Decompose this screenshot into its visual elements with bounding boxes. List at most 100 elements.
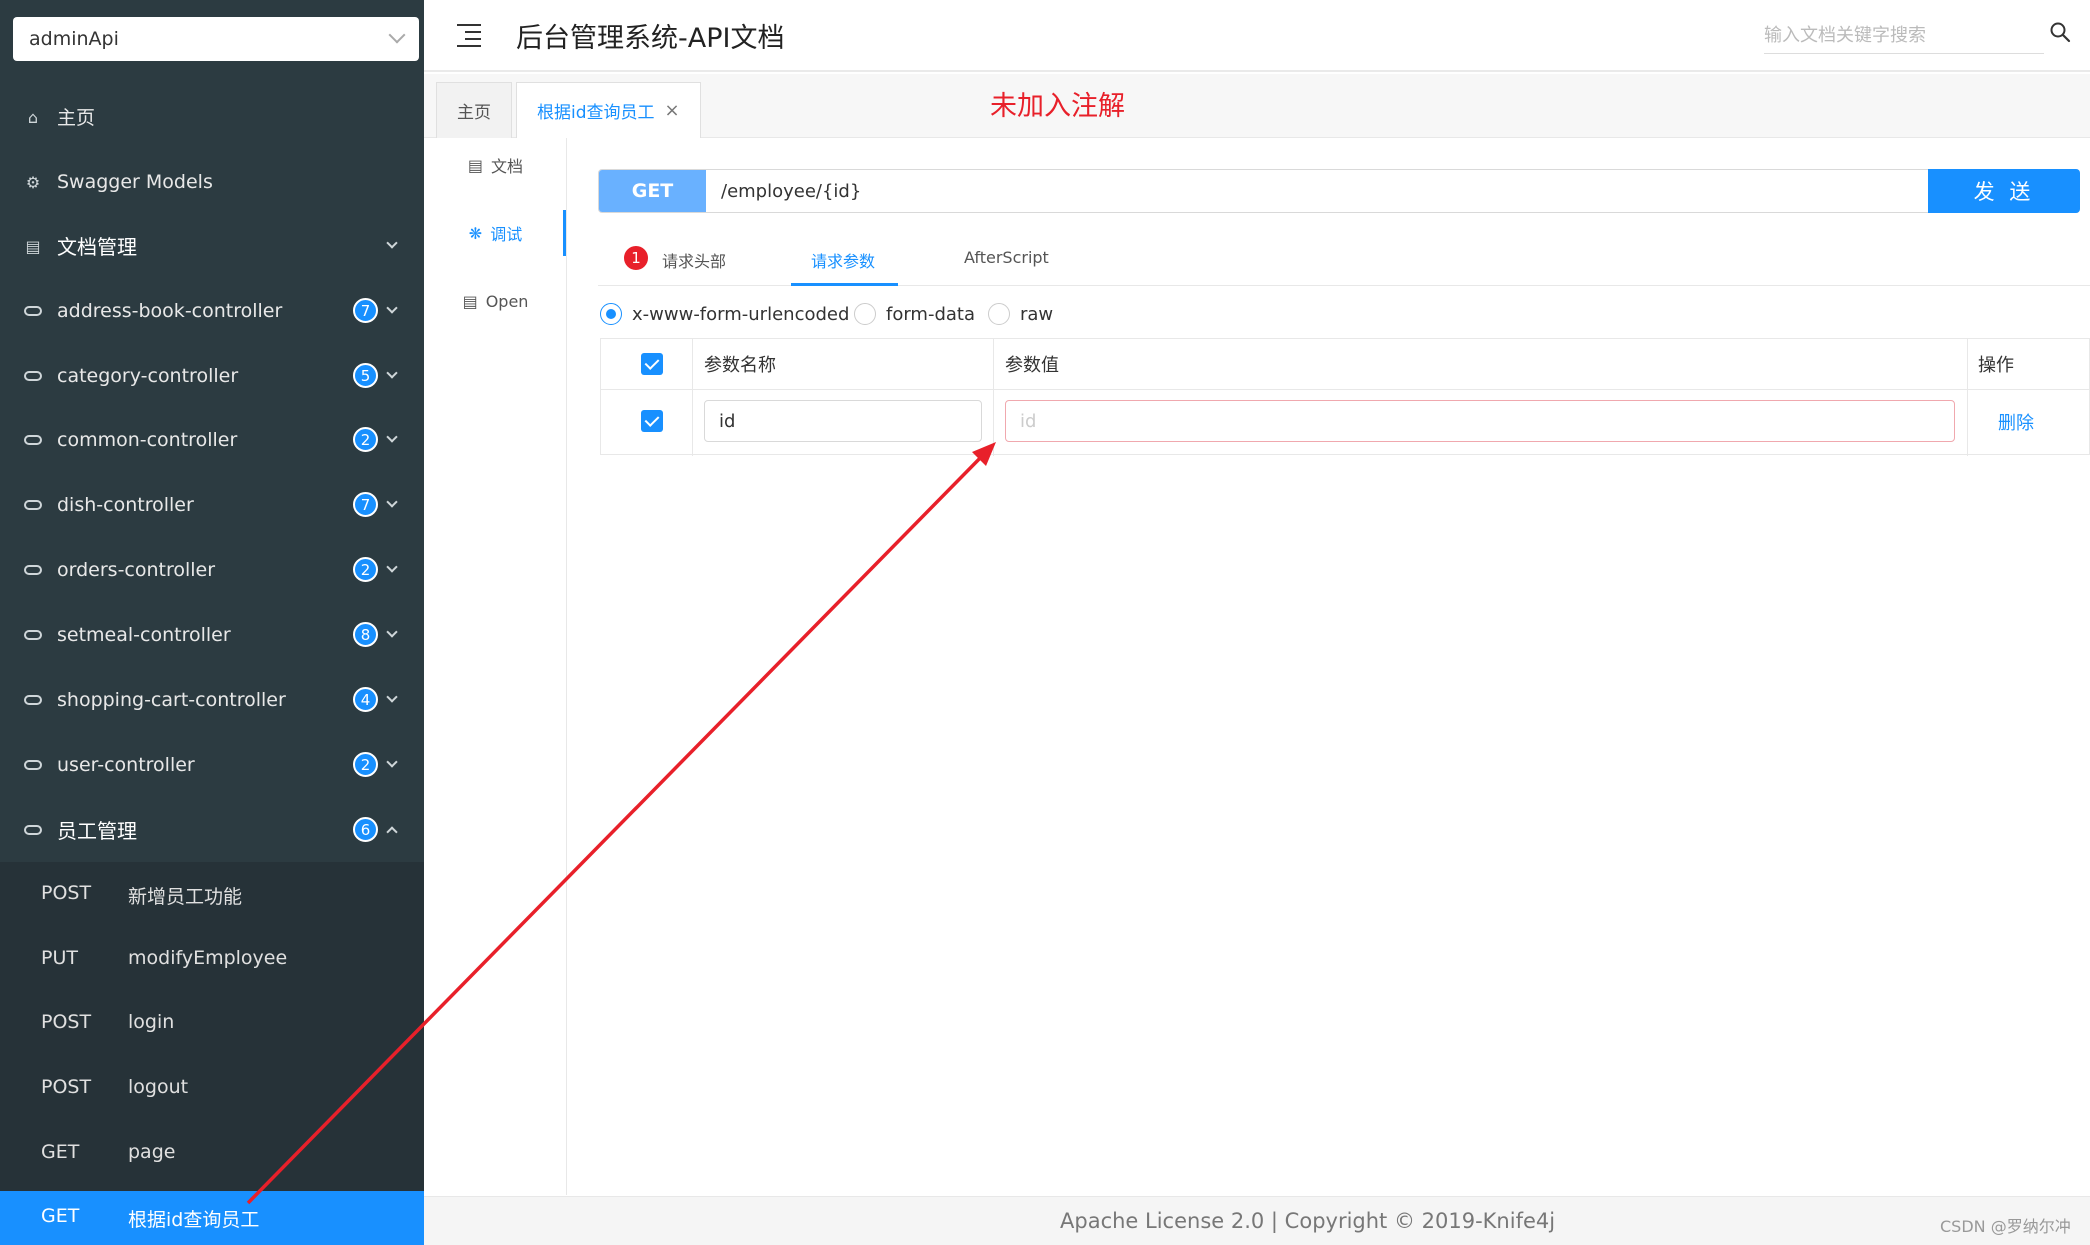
sidebar-item-dish-controller[interactable]: dish-controller 7 [0,472,424,537]
sidebar-item-label: Swagger Models [57,170,213,193]
chevron-down-icon [386,431,398,443]
radio-label: form-data [886,303,976,325]
request-tabs: 1 请求头部 请求参数 AfterScript [598,234,2090,286]
api-item-add-employee[interactable]: POST 新增员工功能 [0,862,424,927]
group-select-value: adminApi [29,28,119,50]
chevron-down-icon [386,626,398,638]
sidebar-item-home[interactable]: ⌂ 主页 [0,84,424,149]
cloud-icon [24,496,42,514]
sidebar-item-label: 文档管理 [57,235,137,259]
sidebar-item-label: shopping-cart-controller [57,688,286,711]
sidebar-item-employee-management[interactable]: 员工管理 6 [0,797,424,862]
radio-form-data[interactable]: form-data [854,303,975,325]
footer: Apache License 2.0 | Copyright © 2019-Kn… [424,1196,2090,1245]
chevron-up-icon [386,826,398,838]
close-icon[interactable]: × [665,100,680,121]
tab-label: 根据id查询员工 [537,103,655,123]
search-icon[interactable] [2048,20,2072,44]
tab-request-params[interactable]: 请求参数 [811,248,875,272]
bug-icon: ❋ [468,223,483,243]
radio-label: x-www-form-urlencoded [632,303,850,325]
param-value-input[interactable] [1005,400,1955,442]
sidebar-item-address-book-controller[interactable]: address-book-controller 7 [0,278,424,343]
active-tab-indicator [563,210,566,256]
search-input[interactable] [1764,18,2044,54]
group-select[interactable]: adminApi [13,17,419,61]
row-checkbox[interactable] [641,410,663,432]
delete-link[interactable]: 删除 [1998,409,2034,435]
tab-label: 调试 [490,225,523,244]
sidebar-item-swagger-models[interactable]: ⚙ Swagger Models [0,149,424,214]
send-button[interactable]: 发 送 [1928,169,2080,213]
count-badge: 8 [353,622,378,647]
sidebar-item-doc-management[interactable]: ▤ 文档管理 [0,213,424,278]
sidebar-item-label: category-controller [57,364,239,387]
radio-label: raw [1020,303,1054,325]
sidebar-item-common-controller[interactable]: common-controller 2 [0,407,424,472]
chevron-down-icon [386,691,398,703]
sidebar-item-shopping-cart-controller[interactable]: shopping-cart-controller 4 [0,667,424,732]
sidebar-item-category-controller[interactable]: category-controller 5 [0,343,424,408]
http-method: POST [41,882,92,904]
vertical-tabs: ▤ 文档 ❋ 调试 ▤ Open [424,138,567,1195]
cloud-icon [24,561,42,579]
method-tag: GET [599,170,706,212]
count-badge: 7 [353,492,378,517]
tab-label: Open [485,291,529,311]
cloud-icon [24,431,42,449]
radio-raw[interactable]: raw [988,303,1053,325]
footer-license: Apache License 2.0 | Copyright © 2019-Kn… [1060,1209,1556,1233]
tab-request-headers[interactable]: 请求头部 [662,248,726,272]
document-icon: ▤ [467,155,484,175]
sidebar-item-label: 主页 [57,107,96,129]
cloud-icon [24,367,42,385]
tab-open[interactable]: ▤ Open [424,281,567,321]
sidebar-item-orders-controller[interactable]: orders-controller 2 [0,537,424,602]
api-item-modify-employee[interactable]: PUT modifyEmployee [0,927,424,992]
sidebar-item-label: user-controller [57,753,195,776]
tab-home[interactable]: 主页 [436,82,512,138]
tab-get-employee-by-id[interactable]: 根据id查询员工 × [516,82,701,138]
sidebar-item-label: 员工管理 [57,819,137,843]
api-item-logout[interactable]: POST logout [0,1056,424,1121]
chevron-down-icon [386,302,398,314]
tab-doc[interactable]: ▤ 文档 [424,145,567,185]
headers-count-badge: 1 [622,244,650,272]
radio-dot [988,303,1010,325]
http-method: POST [41,1076,92,1098]
home-icon: ⌂ [27,107,39,127]
param-name-input[interactable] [704,400,982,442]
http-method: PUT [41,947,78,969]
radio-urlencoded[interactable]: x-www-form-urlencoded [600,303,849,325]
select-all-checkbox[interactable] [641,353,663,375]
annotation-note: 未加入注解 [990,91,1125,122]
col-header-name: 参数名称 [704,355,776,376]
cloud-icon [24,821,42,839]
sidebar-item-label: setmeal-controller [57,623,231,646]
api-item-page[interactable]: GET page [0,1121,424,1186]
url-input[interactable] [707,170,1925,212]
col-header-action: 操作 [1978,355,2014,376]
http-method: GET [41,1205,80,1227]
api-name: modifyEmployee [128,947,288,969]
sidebar-item-setmeal-controller[interactable]: setmeal-controller 8 [0,602,424,667]
menu-fold-icon[interactable] [457,24,481,47]
top-header: 后台管理系统-API文档 [424,0,2090,72]
count-badge: 2 [353,427,378,452]
tab-label: 主页 [457,103,491,123]
api-name: logout [128,1076,189,1098]
tab-afterscript[interactable]: AfterScript [964,248,1049,267]
api-item-login[interactable]: POST login [0,991,424,1056]
count-badge: 7 [353,298,378,323]
http-method: GET [41,1141,80,1163]
sidebar-item-user-controller[interactable]: user-controller 2 [0,732,424,797]
chevron-down-icon [386,367,398,379]
page-title: 后台管理系统-API文档 [516,23,785,54]
cloud-icon [24,626,42,644]
cloud-icon [24,756,42,774]
api-item-get-employee-by-id[interactable]: GET 根据id查询员工 [0,1191,424,1245]
cloud-icon [24,302,42,320]
tab-debug[interactable]: ❋ 调试 [424,213,567,253]
sidebar: adminApi ⌂ 主页 ⚙ Swagger Models ▤ 文档管理 ad… [0,0,424,1245]
chevron-down-icon [386,561,398,573]
